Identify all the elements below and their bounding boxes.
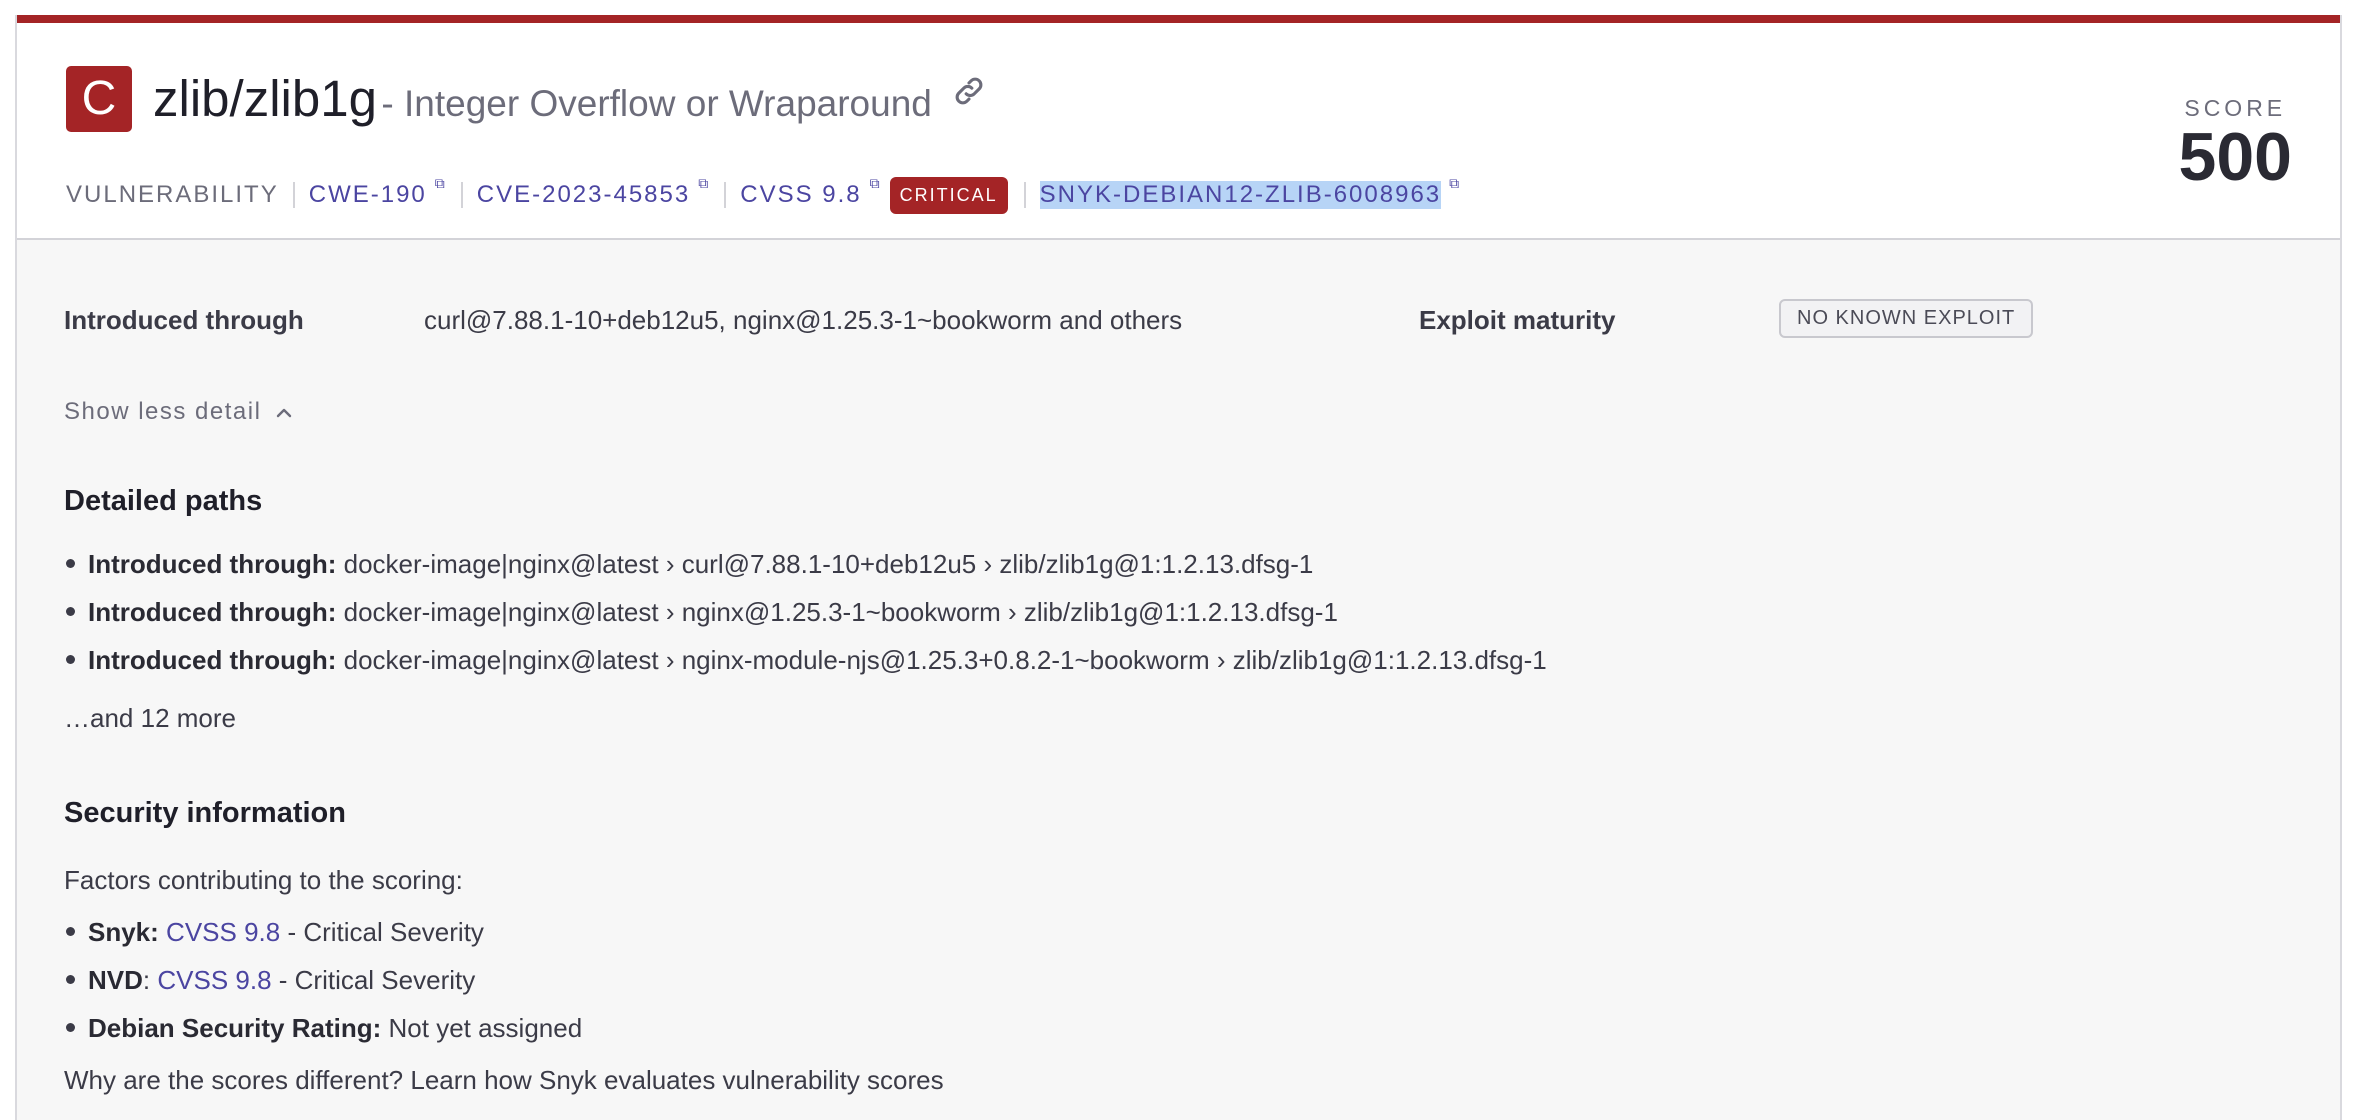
cve-text: CVE-2023-45853 bbox=[476, 181, 691, 208]
external-link-icon: ⧉ bbox=[434, 175, 447, 191]
introduced-label: Introduced through bbox=[64, 305, 304, 335]
more-paths-link[interactable]: …and 12 more bbox=[64, 703, 236, 734]
list-item: Introduced through: docker-image|nginx@l… bbox=[64, 588, 1547, 636]
chevron-up-icon bbox=[277, 408, 292, 418]
card-header: C zlib/zlib1g - Integer Overflow or Wrap… bbox=[17, 23, 2340, 240]
factor-text: Not yet assigned bbox=[381, 1013, 583, 1043]
factor-source: Debian Security Rating: bbox=[88, 1013, 382, 1043]
toggle-label: Show less detail bbox=[64, 398, 262, 425]
factor-source: Snyk: bbox=[88, 917, 159, 947]
exploit-badge: NO KNOWN EXPLOIT bbox=[1779, 299, 2034, 338]
external-link-icon: ⧉ bbox=[1449, 175, 1462, 191]
cvss-link[interactable]: CVSS 9.8 bbox=[166, 917, 280, 947]
introduced-value: curl@7.88.1-10+deb12u5, nginx@1.25.3-1~b… bbox=[424, 305, 1183, 335]
factor-text: - Critical Severity bbox=[271, 965, 476, 995]
list-item: NVD: CVSS 9.8 - Critical Severity bbox=[64, 956, 582, 1004]
divider bbox=[724, 182, 727, 208]
factors-list: Snyk: CVSS 9.8 - Critical Severity NVD: … bbox=[64, 908, 582, 1052]
list-item: Debian Security Rating: Not yet assigned bbox=[64, 1004, 582, 1052]
path-value: docker-image|nginx@latest › nginx-module… bbox=[343, 645, 1547, 675]
score-value: 500 bbox=[2178, 119, 2292, 195]
divider bbox=[292, 182, 295, 208]
cve-link[interactable]: CVE-2023-45853 ⧉ bbox=[476, 175, 710, 209]
divider bbox=[1023, 182, 1026, 208]
severity-badge: CRITICAL bbox=[889, 176, 1008, 214]
learn-scores-link[interactable]: Why are the scores different? Learn how … bbox=[64, 1065, 944, 1096]
link-icon[interactable] bbox=[952, 74, 986, 108]
exploit-label: Exploit maturity bbox=[1419, 305, 1616, 335]
list-item: Introduced through: docker-image|nginx@l… bbox=[64, 540, 1547, 588]
path-label: Introduced through: bbox=[88, 597, 337, 627]
cvss-link[interactable]: CVSS 9.8 ⧉ bbox=[740, 175, 881, 209]
severity-letter-badge: C bbox=[66, 66, 132, 132]
paths-list: Introduced through: docker-image|nginx@l… bbox=[64, 540, 1547, 684]
severity-accent-bar bbox=[17, 15, 2340, 23]
snyk-id-text: SNYK-DEBIAN12-ZLIB-6008963 bbox=[1039, 181, 1442, 209]
meta-row: VULNERABILITY CWE-190 ⧉ CVE-2023-45853 ⧉ C… bbox=[66, 175, 1461, 215]
security-info-heading: Security information bbox=[64, 797, 346, 829]
factor-text: - Critical Severity bbox=[280, 917, 484, 947]
detailed-paths-heading: Detailed paths bbox=[64, 485, 263, 517]
vulnerability-card: C zlib/zlib1g - Integer Overflow or Wrap… bbox=[15, 15, 2342, 1120]
external-link-icon: ⧉ bbox=[698, 175, 711, 191]
title-row: zlib/zlib1g - Integer Overflow or Wrapar… bbox=[153, 69, 986, 128]
factor-separator: : bbox=[142, 965, 158, 995]
list-item: Introduced through: docker-image|nginx@l… bbox=[64, 636, 1547, 684]
factors-intro: Factors contributing to the scoring: bbox=[64, 865, 463, 895]
package-name: zlib/zlib1g bbox=[153, 70, 377, 127]
show-less-toggle[interactable]: Show less detail bbox=[64, 398, 293, 426]
divider bbox=[460, 182, 463, 208]
path-label: Introduced through: bbox=[88, 549, 337, 579]
cvss-text: CVSS 9.8 bbox=[740, 181, 862, 208]
factor-source: NVD bbox=[88, 965, 143, 995]
list-item: Snyk: CVSS 9.8 - Critical Severity bbox=[64, 908, 582, 956]
cvss-link[interactable]: CVSS 9.8 bbox=[157, 965, 271, 995]
issue-title: - Integer Overflow or Wraparound bbox=[381, 83, 932, 124]
path-label: Introduced through: bbox=[88, 645, 337, 675]
path-value: docker-image|nginx@latest › nginx@1.25.3… bbox=[343, 597, 1338, 627]
type-label: VULNERABILITY bbox=[66, 181, 279, 208]
path-value: docker-image|nginx@latest › curl@7.88.1-… bbox=[343, 549, 1314, 579]
score-block: SCORE 500 bbox=[2179, 95, 2292, 192]
external-link-icon: ⧉ bbox=[869, 175, 882, 191]
score-label: SCORE bbox=[2184, 95, 2287, 121]
cwe-link[interactable]: CWE-190 ⧉ bbox=[308, 175, 447, 209]
snyk-id-link[interactable]: SNYK-DEBIAN12-ZLIB-6008963 ⧉ bbox=[1039, 175, 1462, 209]
cwe-text: CWE-190 bbox=[308, 181, 427, 208]
overview-row: Introduced through curl@7.88.1-10+deb12u… bbox=[64, 299, 2264, 345]
